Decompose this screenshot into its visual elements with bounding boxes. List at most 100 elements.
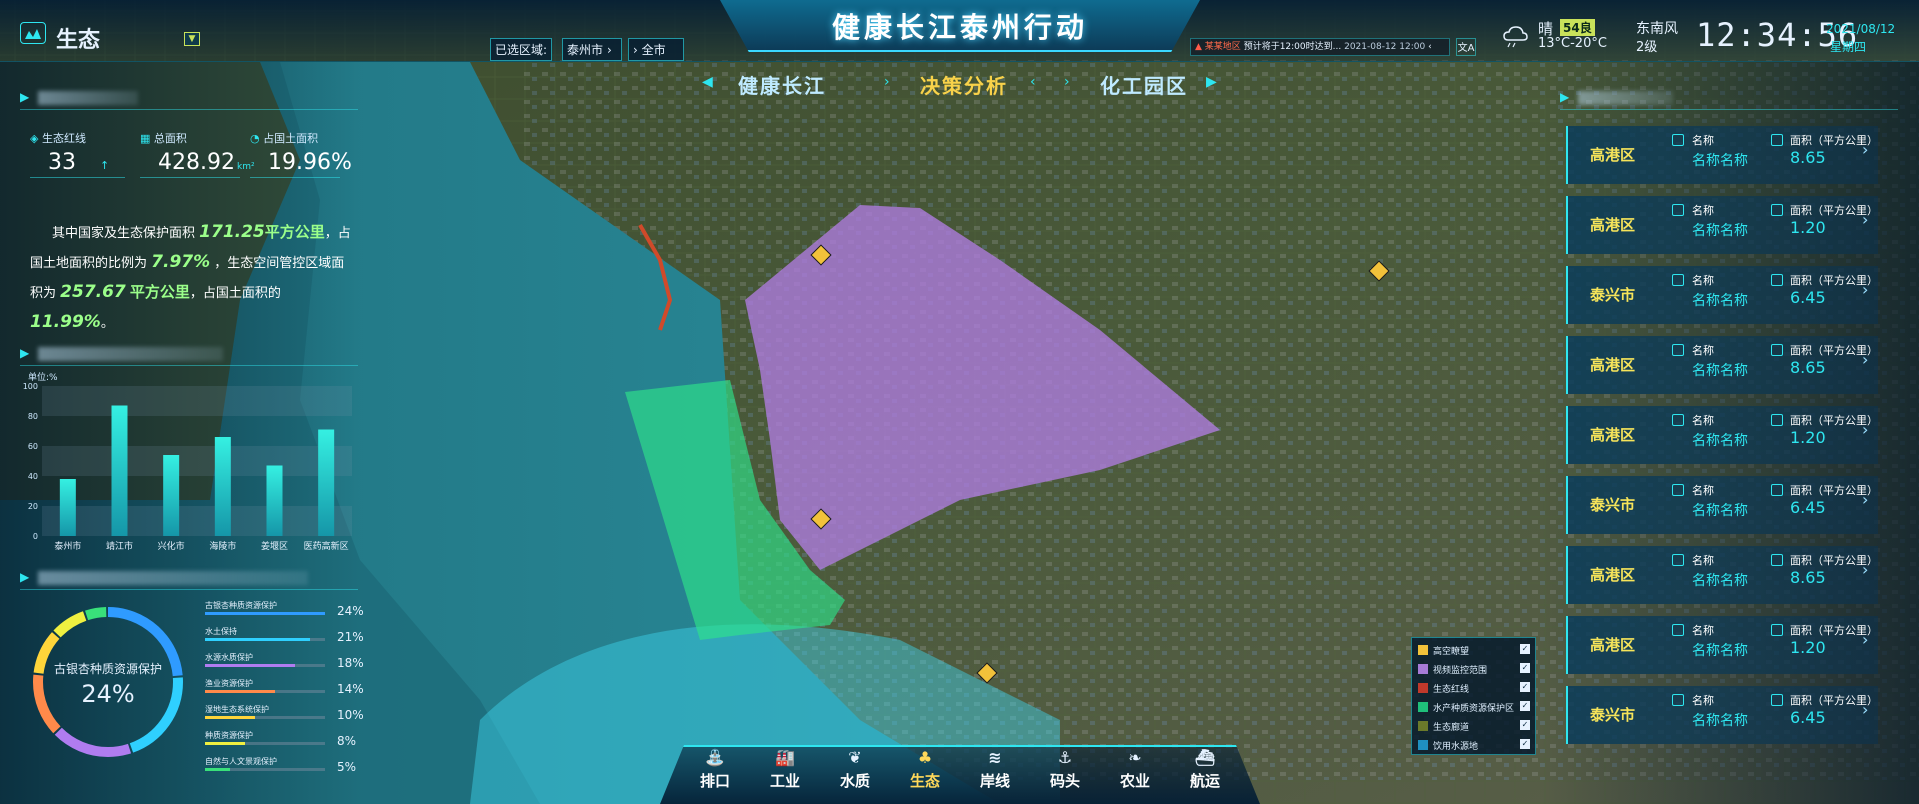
chevron-right-icon[interactable]: › — [1862, 560, 1868, 579]
nav-arrow-icon: › — [1064, 74, 1070, 90]
bottom-nav-shoreline[interactable]: ≋ 岸线 — [968, 748, 1022, 791]
protected-area-card[interactable]: 泰兴市 名称 名称名称 面积（平方公里） 6.45 › — [1566, 266, 1878, 324]
protected-area-card[interactable]: 高港区 名称 名称名称 面积（平方公里） 1.20 › — [1566, 406, 1878, 464]
desc-value: 11.99% — [30, 312, 101, 332]
module-dropdown-icon[interactable]: ▼ — [184, 32, 200, 46]
bar-靖江市[interactable] — [111, 405, 128, 537]
protected-area-card[interactable]: 高港区 名称 名称名称 面积（平方公里） 8.65 › — [1566, 546, 1878, 604]
legend-checkbox[interactable]: ✓ — [1520, 701, 1530, 711]
bar-海陵市[interactable] — [214, 437, 231, 536]
bottom-nav-factory[interactable]: 🏭 工业 — [758, 748, 812, 791]
breakdown-track — [205, 716, 325, 719]
legend-checkbox[interactable]: ✓ — [1520, 739, 1530, 749]
tab-decision-analysis[interactable]: 决策分析 — [920, 70, 1008, 99]
breakdown-label: 渔业资源保护 — [205, 679, 253, 688]
protected-area-card[interactable]: 高港区 名称 名称名称 面积（平方公里） 8.65 › — [1566, 336, 1878, 394]
protected-area-card[interactable]: 泰兴市 名称 名称名称 面积（平方公里） 6.45 › — [1566, 476, 1878, 534]
chevron-right-icon[interactable]: › — [1862, 350, 1868, 369]
region-city-select[interactable]: 泰州市 › — [562, 38, 622, 61]
stat-label: 生态红线 — [41, 132, 86, 145]
legend-item[interactable]: 生态廊道 ✓ — [1418, 718, 1530, 734]
tab-chemical-park[interactable]: 化工园区 — [1100, 70, 1188, 99]
region-scope-select[interactable]: › 全市 — [628, 38, 684, 61]
tab-healthy-yangtze[interactable]: 健康长江 — [738, 70, 826, 99]
legend-label: 视频监控范围 — [1433, 666, 1488, 676]
desc-text: ，生态空间管控区域面 — [214, 256, 345, 271]
breakdown-label: 水土保持 — [205, 627, 237, 636]
chevron-right-icon[interactable]: › — [1862, 630, 1868, 649]
chevron-right-icon[interactable]: › — [1862, 490, 1868, 509]
bar-姜堰区[interactable] — [266, 465, 283, 537]
bottom-nav-ship[interactable]: ⛴ 航运 — [1178, 748, 1232, 791]
y-tick-label: 80 — [28, 412, 38, 421]
translate-icon[interactable]: 文A — [1456, 38, 1476, 56]
breakdown-row[interactable]: 水土保持 21% — [205, 626, 364, 648]
bottom-nav-ecology[interactable]: ♣ 生态 — [898, 748, 952, 791]
region-city-chevron-icon: › — [607, 43, 612, 57]
bottom-nav-water-quality[interactable]: ❦ 水质 — [828, 748, 882, 791]
grid-band — [42, 506, 352, 536]
alert-ticker[interactable]: ▲ 某某地区 预计将于12:00时达到... 2021-08-12 12:00 … — [1190, 38, 1450, 56]
legend-label: 饮用水源地 — [1433, 742, 1479, 752]
chevron-right-icon[interactable]: › — [1862, 210, 1868, 229]
desc-text: ，占 — [324, 226, 351, 241]
breakdown-row[interactable]: 渔业资源保护 14% — [205, 678, 364, 700]
map-legend: 高空瞭望 ✓ 视频监控范围 ✓ 生态红线 ✓ 水产种质资源保护区 ✓ 生态廊道 ✓ 饮用水源地 ✓ — [1411, 637, 1536, 755]
breakdown-pct: 18% — [337, 656, 364, 670]
module-label: 生态 — [56, 28, 101, 53]
breakdown-row[interactable]: 自然与人文景观保护 5% — [205, 756, 356, 778]
chevron-right-icon[interactable]: › — [1862, 420, 1868, 439]
alert-prev-icon[interactable]: ‹ — [1428, 42, 1432, 52]
stat-redline: ◈ 生态红线 33 ↑ — [30, 130, 125, 178]
temperature: 13°C-20°C — [1538, 36, 1607, 51]
protected-area-card[interactable]: 泰兴市 名称 名称名称 面积（平方公里） 6.45 › — [1566, 686, 1878, 744]
region-label: 已选区域: — [490, 38, 553, 61]
card-name-label: 名称 — [1692, 484, 1714, 497]
bar-兴化市[interactable] — [163, 455, 180, 536]
chevron-right-icon[interactable]: › — [1862, 140, 1868, 159]
card-city: 泰兴市 — [1590, 496, 1636, 514]
breakdown-row[interactable]: 种质资源保护 8% — [205, 730, 356, 752]
chevron-right-icon[interactable]: › — [1862, 700, 1868, 719]
breakdown-pct: 14% — [337, 682, 364, 696]
legend-checkbox[interactable]: ✓ — [1520, 663, 1530, 673]
legend-item[interactable]: 生态红线 ✓ — [1418, 680, 1530, 696]
breakdown-pct: 21% — [337, 630, 364, 644]
legend-item[interactable]: 视频监控范围 ✓ — [1418, 661, 1530, 677]
card-area-value: 1.20 — [1790, 218, 1826, 237]
area-icon — [1771, 694, 1783, 706]
legend-checkbox[interactable]: ✓ — [1520, 720, 1530, 730]
bottom-nav-outlet[interactable]: ⛲ 排口 — [688, 748, 742, 791]
legend-item[interactable]: 饮用水源地 ✓ — [1418, 737, 1530, 753]
section-title-blurred — [38, 347, 223, 361]
bar-医药高新区[interactable] — [318, 429, 335, 537]
ecology-module-icon — [20, 22, 46, 44]
stat-land-ratio: ◔ 占国土面积 19.96% — [250, 130, 352, 178]
legend-checkbox[interactable]: ✓ — [1520, 682, 1530, 692]
breakdown-fill — [205, 612, 325, 615]
bar-泰州市[interactable] — [59, 479, 76, 536]
protected-area-card[interactable]: 高港区 名称 名称名称 面积（平方公里） 1.20 › — [1566, 196, 1878, 254]
legend-swatch — [1418, 645, 1428, 655]
legend-swatch — [1418, 740, 1428, 750]
chevron-right-icon[interactable]: › — [1862, 280, 1868, 299]
protected-area-card[interactable]: 高港区 名称 名称名称 面积（平方公里） 8.65 › — [1566, 126, 1878, 184]
breakdown-label: 湿地生态系统保护 — [205, 705, 269, 714]
breakdown-row[interactable]: 水源水质保护 18% — [205, 652, 364, 674]
card-area-value: 8.65 — [1790, 358, 1826, 377]
legend-label: 水产种质资源保护区 — [1433, 704, 1515, 714]
legend-item[interactable]: 水产种质资源保护区 ✓ — [1418, 699, 1530, 715]
stat-total-area: ▦ 总面积 428.92 km² — [140, 130, 255, 178]
protected-area-card[interactable]: 高港区 名称 名称名称 面积（平方公里） 1.20 › — [1566, 616, 1878, 674]
breakdown-pct: 10% — [337, 708, 364, 722]
legend-checkbox[interactable]: ✓ — [1520, 644, 1530, 654]
card-name-label: 名称 — [1692, 624, 1714, 637]
breakdown-row[interactable]: 湿地生态系统保护 10% — [205, 704, 364, 726]
breakdown-row[interactable]: 古银杏种质资源保护 24% — [205, 600, 364, 622]
ecology-icon: ♣ — [917, 748, 933, 767]
bottom-nav-anchor[interactable]: ⚓ 码头 — [1038, 748, 1092, 791]
nav-arrow-icon: ‹ — [1030, 74, 1036, 90]
legend-item[interactable]: 高空瞭望 ✓ — [1418, 642, 1530, 658]
bottom-nav-wheat[interactable]: ❧ 农业 — [1108, 748, 1162, 791]
breakdown-fill — [205, 690, 275, 693]
